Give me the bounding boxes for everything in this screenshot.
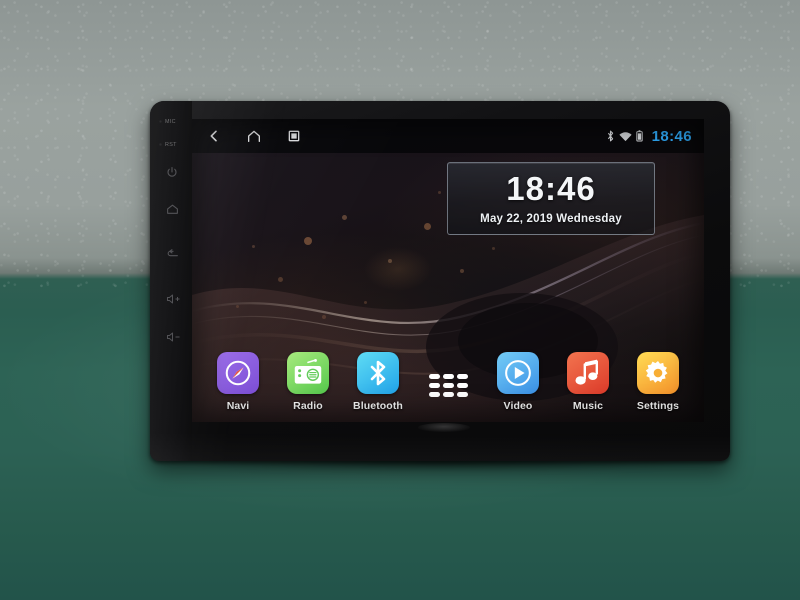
- app-label: Music: [572, 400, 604, 412]
- photograph-scene: MIC RST 18:46 18:46 May 22, 2019 Wednesd…: [0, 0, 800, 600]
- app-bluetooth[interactable]: Bluetooth: [350, 352, 406, 412]
- radio-tile: [287, 352, 329, 394]
- video-tile: [497, 352, 539, 394]
- volume-down-button[interactable]: [166, 331, 181, 343]
- clock-widget[interactable]: 18:46 May 22, 2019 Wednesday: [447, 162, 655, 235]
- app-label: Bluetooth: [353, 400, 403, 412]
- bokeh-particle: [322, 315, 326, 319]
- settings-tile: [637, 352, 679, 394]
- back-chevron-icon[interactable]: [206, 128, 222, 144]
- app-label: Radio: [293, 400, 323, 412]
- device-logo-badge: [418, 423, 470, 432]
- music-note-icon: [575, 359, 598, 385]
- power-button[interactable]: [166, 166, 178, 178]
- app-settings[interactable]: Settings: [630, 352, 686, 412]
- system-indicators: 18:46: [606, 128, 692, 145]
- hw-back-button[interactable]: [166, 247, 179, 260]
- radio-icon: [294, 359, 322, 384]
- volume-down-icon: [167, 332, 180, 342]
- hw-home-button[interactable]: [166, 203, 179, 216]
- bokeh-particle: [460, 269, 464, 273]
- bokeh-particle: [438, 191, 441, 194]
- bokeh-particle: [278, 277, 283, 282]
- volume-up-icon: [167, 294, 180, 304]
- navigation-buttons: [206, 128, 302, 144]
- gear-icon: [645, 361, 668, 383]
- bokeh-particle: [236, 305, 239, 308]
- reset-hole: [159, 143, 162, 146]
- hardware-button-bezel: MIC RST: [150, 101, 192, 461]
- power-icon: [167, 166, 177, 177]
- app-dock: Navi Radio Bluetooth Video Music Setting…: [192, 352, 704, 412]
- bokeh-particle: [252, 245, 255, 248]
- home-icon[interactable]: [246, 128, 262, 144]
- music-tile: [567, 352, 609, 394]
- bokeh-particle: [424, 223, 431, 230]
- volume-up-button[interactable]: [166, 293, 181, 305]
- mic-label: MIC: [165, 119, 176, 125]
- wifi-icon: [619, 131, 632, 141]
- bokeh-particle: [304, 237, 312, 245]
- bokeh-particle: [364, 301, 367, 304]
- recents-square-icon[interactable]: [286, 128, 302, 144]
- back-arrow-icon: [167, 249, 178, 257]
- navi-tile: [217, 352, 259, 394]
- app-label: Navi: [226, 400, 250, 412]
- app-label: Video: [503, 400, 533, 412]
- reset-label: RST: [165, 142, 177, 148]
- clock-widget-date: May 22, 2019 Wednesday: [480, 213, 622, 225]
- home-icon: [167, 204, 178, 214]
- status-bar-clock: 18:46: [651, 127, 692, 145]
- bokeh-particle: [342, 215, 347, 220]
- app-drawer[interactable]: [420, 364, 476, 412]
- app-drawer-icon: [428, 373, 468, 397]
- battery-icon: [635, 130, 643, 142]
- clock-widget-time: 18:46: [506, 170, 596, 207]
- bokeh-particle: [388, 259, 392, 263]
- bokeh-particle: [492, 247, 495, 250]
- android-status-bar: 18:46: [192, 119, 704, 153]
- bluetooth-tile: [357, 352, 399, 394]
- app-music[interactable]: Music: [560, 352, 616, 412]
- compass-icon: [225, 360, 251, 386]
- mic-hole: [159, 120, 162, 123]
- play-circle-icon: [505, 360, 531, 386]
- app-navi[interactable]: Navi: [210, 352, 266, 412]
- app-radio[interactable]: Radio: [280, 352, 336, 412]
- app-label: Settings: [636, 400, 680, 412]
- bluetooth-icon: [370, 360, 386, 386]
- app-video[interactable]: Video: [490, 352, 546, 412]
- touchscreen-display[interactable]: 18:46 18:46 May 22, 2019 Wednesday Navi …: [192, 119, 704, 422]
- app-drawer-tile: [427, 364, 469, 406]
- bluetooth-icon: [607, 130, 613, 142]
- car-head-unit-device: MIC RST 18:46 18:46 May 22, 2019 Wednesd…: [150, 101, 730, 461]
